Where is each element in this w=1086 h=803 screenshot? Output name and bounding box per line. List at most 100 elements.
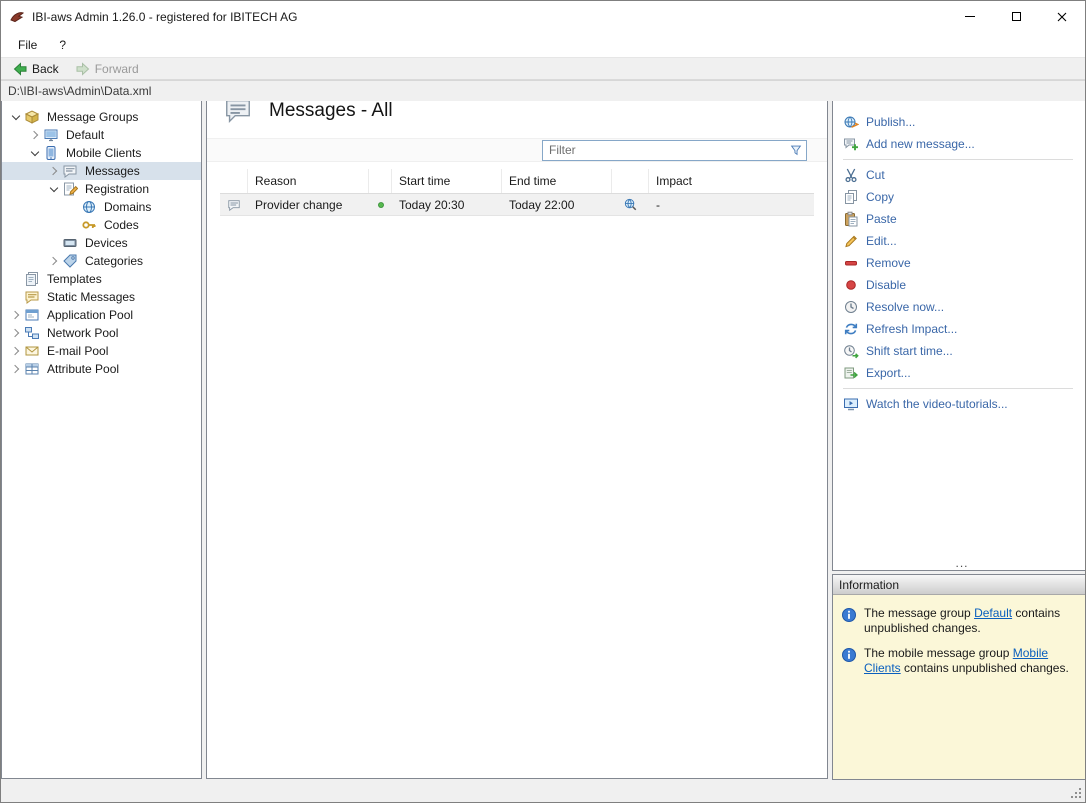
column-header-impact[interactable]: Impact <box>649 169 814 193</box>
tree-item-message-groups[interactable]: Message Groups <box>2 108 201 126</box>
information-body: The message group Default contains unpub… <box>833 595 1085 779</box>
table-row[interactable]: Provider change Today 20:30 Today 22:00 … <box>220 194 814 216</box>
information-panel: Information The message group Default co… <box>832 574 1085 780</box>
actions-separator <box>843 159 1073 160</box>
tree-item-label: Default <box>66 128 105 142</box>
column-header-reason[interactable]: Reason <box>248 169 369 193</box>
filter-input[interactable] <box>543 143 786 157</box>
column-header-icon[interactable] <box>220 169 248 193</box>
action-remove[interactable]: Remove <box>843 252 1081 274</box>
minimize-icon <box>965 16 975 17</box>
copy-icon <box>845 190 857 204</box>
tree-item-messages[interactable]: Messages <box>2 162 201 180</box>
column-header-label: Impact <box>656 174 693 188</box>
expander-icon[interactable] <box>27 145 43 161</box>
expander-icon[interactable] <box>8 109 24 125</box>
info-text: The mobile message group Mobile Clients … <box>864 646 1076 676</box>
tree-item-email-pool[interactable]: E-mail Pool <box>2 342 201 360</box>
column-header-label: Start time <box>399 174 451 188</box>
filter-funnel-button[interactable] <box>786 143 806 157</box>
tree-item-codes[interactable]: Codes <box>2 216 201 234</box>
templates-icon <box>26 272 38 286</box>
tree-item-label: Static Messages <box>47 290 136 304</box>
info-link-default[interactable]: Default <box>974 606 1012 620</box>
publish-icon <box>844 116 859 128</box>
forward-button[interactable]: Forward <box>68 59 146 79</box>
tree-item-domains[interactable]: Domains <box>2 198 201 216</box>
expander-icon[interactable] <box>27 127 43 143</box>
action-label: Refresh Impact... <box>866 322 958 336</box>
info-item: The message group Default contains unpub… <box>841 606 1077 636</box>
start-time-cell: Today 20:30 <box>399 197 465 212</box>
actions-panel: Actions Publish... Add new message... Cu… <box>832 80 1085 571</box>
resize-grip-icon[interactable] <box>1079 796 1081 798</box>
close-button[interactable] <box>1039 1 1085 32</box>
tree-item-templates[interactable]: Templates <box>2 270 201 288</box>
menu-file[interactable]: File <box>7 32 48 57</box>
row-type-cell <box>220 194 248 215</box>
maximize-button[interactable] <box>993 1 1039 32</box>
tree-item-registration[interactable]: Registration <box>2 180 201 198</box>
tree-item-label: Registration <box>85 182 150 196</box>
expander-icon[interactable] <box>46 163 62 179</box>
default-group-icon <box>44 129 58 142</box>
tree-item-network-pool[interactable]: Network Pool <box>2 324 201 342</box>
info-item: The mobile message group Mobile Clients … <box>841 646 1077 676</box>
action-resolve-now[interactable]: Resolve now... <box>843 296 1081 318</box>
message-groups-icon <box>24 110 40 124</box>
information-header-label: Information <box>839 577 900 592</box>
back-button[interactable]: Back <box>5 59 66 79</box>
action-disable[interactable]: Disable <box>843 274 1081 296</box>
action-edit[interactable]: Edit... <box>843 230 1081 252</box>
registration-icon <box>64 182 78 196</box>
messages-icon <box>63 165 77 178</box>
action-paste[interactable]: Paste <box>843 208 1081 230</box>
tree-item-label: Messages <box>85 164 140 178</box>
expander-icon[interactable] <box>8 325 24 341</box>
column-header-status[interactable] <box>369 169 392 193</box>
export-icon <box>844 367 859 379</box>
filter-band <box>207 138 827 162</box>
email-pool-icon <box>25 346 39 356</box>
tree-item-default[interactable]: Default <box>2 126 201 144</box>
expander-icon[interactable] <box>46 181 62 197</box>
minimize-button[interactable] <box>947 1 993 32</box>
column-header-impact-icon[interactable] <box>612 169 649 193</box>
tree-item-label: Devices <box>85 236 128 250</box>
column-header-start-time[interactable]: Start time <box>392 169 502 193</box>
tree-item-attribute-pool[interactable]: Attribute Pool <box>2 360 201 378</box>
tree-item-label: E-mail Pool <box>47 344 109 358</box>
menu-help[interactable]: ? <box>48 32 77 57</box>
action-watch-video-tutorials[interactable]: Watch the video-tutorials... <box>843 393 1081 415</box>
tree-item-label: Application Pool <box>47 308 134 322</box>
column-header-end-time[interactable]: End time <box>502 169 612 193</box>
action-shift-start-time[interactable]: Shift start time... <box>843 340 1081 362</box>
actions-overflow-indicator[interactable]: ... <box>843 557 1081 570</box>
codes-icon <box>82 221 96 229</box>
tree-item-application-pool[interactable]: Application Pool <box>2 306 201 324</box>
action-add-new-message[interactable]: Add new message... <box>843 133 1081 155</box>
refresh-impact-icon <box>844 323 858 335</box>
expander-icon[interactable] <box>8 343 24 359</box>
tree-item-categories[interactable]: Categories <box>2 252 201 270</box>
tree-item-label: Categories <box>85 254 144 268</box>
expander-icon[interactable] <box>8 361 24 377</box>
tree-item-mobile-clients[interactable]: Mobile Clients <box>2 144 201 162</box>
static-messages-icon <box>25 291 39 304</box>
expander-icon[interactable] <box>8 307 24 323</box>
action-export[interactable]: Export... <box>843 362 1081 384</box>
end-time-cell: Today 22:00 <box>509 197 575 212</box>
action-cut[interactable]: Cut <box>843 164 1081 186</box>
cut-icon <box>845 168 857 183</box>
action-label: Cut <box>866 168 885 182</box>
info-text: The message group Default contains unpub… <box>864 606 1076 636</box>
action-copy[interactable]: Copy <box>843 186 1081 208</box>
tree-item-devices[interactable]: Devices <box>2 234 201 252</box>
action-publish[interactable]: Publish... <box>843 111 1081 133</box>
tree-item-static-messages[interactable]: Static Messages <box>2 288 201 306</box>
application-pool-icon <box>25 309 39 321</box>
action-label: Export... <box>866 366 911 380</box>
info-text-prefix: The message group <box>864 606 975 620</box>
action-refresh-impact[interactable]: Refresh Impact... <box>843 318 1081 340</box>
expander-icon[interactable] <box>46 253 62 269</box>
